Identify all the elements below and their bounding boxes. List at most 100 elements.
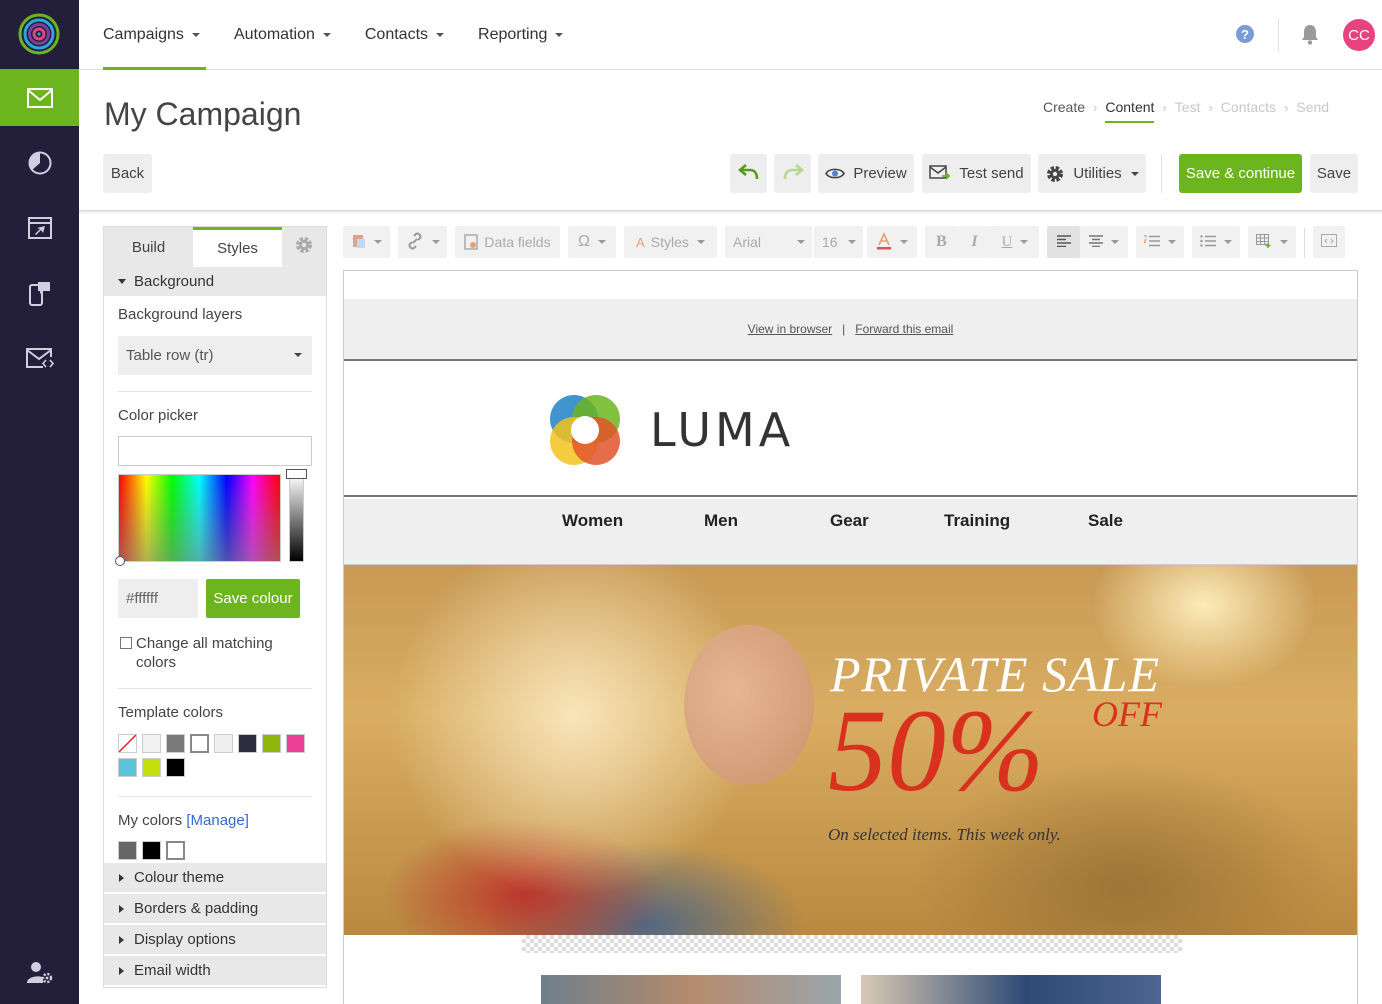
rail-item-account[interactable]: [0, 944, 79, 1001]
product-image[interactable]: [861, 975, 1161, 1004]
menu-contacts[interactable]: Contacts: [365, 0, 445, 70]
tab-settings[interactable]: [282, 227, 326, 267]
back-button[interactable]: Back: [103, 154, 152, 193]
undo-button[interactable]: [730, 154, 767, 193]
background-layers-select[interactable]: Table row (tr): [118, 336, 312, 375]
email-canvas[interactable]: View in browser | Forward this email LUM…: [343, 270, 1358, 1004]
table-button[interactable]: [1248, 226, 1296, 258]
spectrum-handle[interactable]: [115, 556, 125, 566]
link-button[interactable]: [398, 226, 447, 258]
test-send-button[interactable]: Test send: [922, 154, 1031, 193]
email-nav-gear[interactable]: Gear: [830, 511, 869, 531]
numbered-list-button[interactable]: [1136, 226, 1184, 258]
section-colour-theme[interactable]: Colour theme: [104, 863, 326, 892]
email-nav-women[interactable]: Women: [562, 511, 623, 531]
save-continue-button[interactable]: Save & continue: [1179, 154, 1302, 193]
section-email-width[interactable]: Email width: [104, 956, 326, 985]
preheader-row[interactable]: View in browser | Forward this email: [344, 299, 1357, 361]
color-spectrum[interactable]: [118, 474, 281, 562]
app-logo[interactable]: [18, 13, 60, 55]
my-swatch[interactable]: [118, 841, 137, 860]
bullet-list-button[interactable]: [1192, 226, 1240, 258]
select-value: Table row (tr): [126, 347, 214, 364]
luminance-slider[interactable]: [289, 474, 304, 562]
redo-button[interactable]: [774, 154, 811, 193]
step-create[interactable]: Create: [1043, 99, 1085, 115]
test-send-label: Test send: [959, 165, 1024, 182]
hero-banner-image[interactable]: PRIVATE SALE 50% OFF On selected items. …: [344, 565, 1357, 935]
view-in-browser-link[interactable]: View in browser: [748, 322, 832, 336]
forward-email-link[interactable]: Forward this email: [855, 322, 953, 336]
styles-dropdown[interactable]: A Styles: [624, 226, 717, 258]
section-background[interactable]: Background: [104, 267, 326, 296]
styles-icon: A: [636, 234, 645, 250]
save-button[interactable]: Save: [1310, 154, 1358, 193]
caret-down-icon: [900, 240, 908, 244]
avatar[interactable]: CC: [1343, 19, 1375, 51]
swatch-color-selected[interactable]: [190, 734, 209, 753]
logo-row[interactable]: LUMA: [344, 363, 1357, 497]
menu-automation[interactable]: Automation: [234, 0, 331, 70]
bold-button[interactable]: B: [925, 226, 958, 258]
template-colors-label: Template colors: [118, 704, 224, 721]
bell-icon[interactable]: [1301, 24, 1319, 48]
swatch-none[interactable]: [118, 734, 137, 753]
step-content[interactable]: Content: [1105, 99, 1155, 123]
help-icon[interactable]: ?: [1236, 25, 1254, 43]
tab-styles[interactable]: Styles: [193, 227, 282, 267]
rail-item-reporting[interactable]: [0, 134, 79, 191]
special-chars-button[interactable]: Ω: [568, 226, 616, 258]
save-colour-button[interactable]: Save colour: [206, 579, 300, 618]
align-center-button[interactable]: [1080, 226, 1128, 258]
caret-down-icon: [431, 240, 440, 244]
hex-input[interactable]: #ffffff: [118, 579, 198, 618]
swatch-color[interactable]: [166, 734, 185, 753]
email-nav-training[interactable]: Training: [944, 511, 1010, 531]
font-family-select[interactable]: Arial: [725, 226, 812, 258]
paste-button[interactable]: [343, 226, 390, 258]
rail-item-automation[interactable]: [0, 199, 79, 256]
align-left-button[interactable]: [1047, 226, 1080, 258]
email-nav-men[interactable]: Men: [704, 511, 738, 531]
underline-button[interactable]: U: [991, 226, 1039, 258]
section-borders-padding[interactable]: Borders & padding: [104, 894, 326, 923]
section-display-options[interactable]: Display options: [104, 925, 326, 954]
utilities-dropdown[interactable]: Utilities: [1038, 154, 1146, 193]
swatch-color[interactable]: [286, 734, 305, 753]
left-rail: [0, 0, 79, 1004]
my-swatch[interactable]: [142, 841, 161, 860]
automation-icon: [27, 216, 52, 239]
email-nav-row[interactable]: Women Men Gear Training Sale: [344, 499, 1357, 565]
text-color-button[interactable]: [867, 226, 917, 258]
caret-down-icon: [797, 240, 805, 244]
swatch-color[interactable]: [238, 734, 257, 753]
italic-button[interactable]: I: [958, 226, 991, 258]
rail-item-sms[interactable]: [0, 264, 79, 321]
product-image[interactable]: [541, 975, 841, 1004]
swatch-color[interactable]: [142, 734, 161, 753]
swatch-color[interactable]: [118, 758, 137, 777]
hero-off: OFF: [1092, 694, 1162, 734]
eye-icon: [825, 167, 846, 180]
data-fields-button[interactable]: Data fields: [455, 226, 560, 258]
tab-build[interactable]: Build: [104, 227, 193, 267]
change-all-checkbox[interactable]: [120, 637, 132, 649]
color-preview-field[interactable]: [118, 436, 312, 466]
swatch-color[interactable]: [214, 734, 233, 753]
align-center-icon: [1089, 234, 1103, 250]
swatch-color[interactable]: [262, 734, 281, 753]
luminance-handle[interactable]: [286, 469, 307, 479]
my-swatch-selected[interactable]: [166, 841, 185, 860]
change-all-option[interactable]: Change all matching colors: [120, 634, 286, 672]
menu-reporting[interactable]: Reporting: [478, 0, 564, 70]
swatch-color[interactable]: [142, 758, 161, 777]
manage-colors-link[interactable]: [Manage]: [186, 812, 249, 829]
preview-button[interactable]: Preview: [818, 154, 914, 193]
rail-item-campaigns[interactable]: [0, 69, 79, 126]
font-size-select[interactable]: 16: [814, 226, 863, 258]
swatch-color[interactable]: [166, 758, 185, 777]
rail-item-templates[interactable]: [0, 329, 79, 386]
email-nav-sale[interactable]: Sale: [1088, 511, 1123, 531]
menu-campaigns[interactable]: Campaigns: [103, 0, 206, 70]
source-code-button[interactable]: [1313, 226, 1345, 258]
